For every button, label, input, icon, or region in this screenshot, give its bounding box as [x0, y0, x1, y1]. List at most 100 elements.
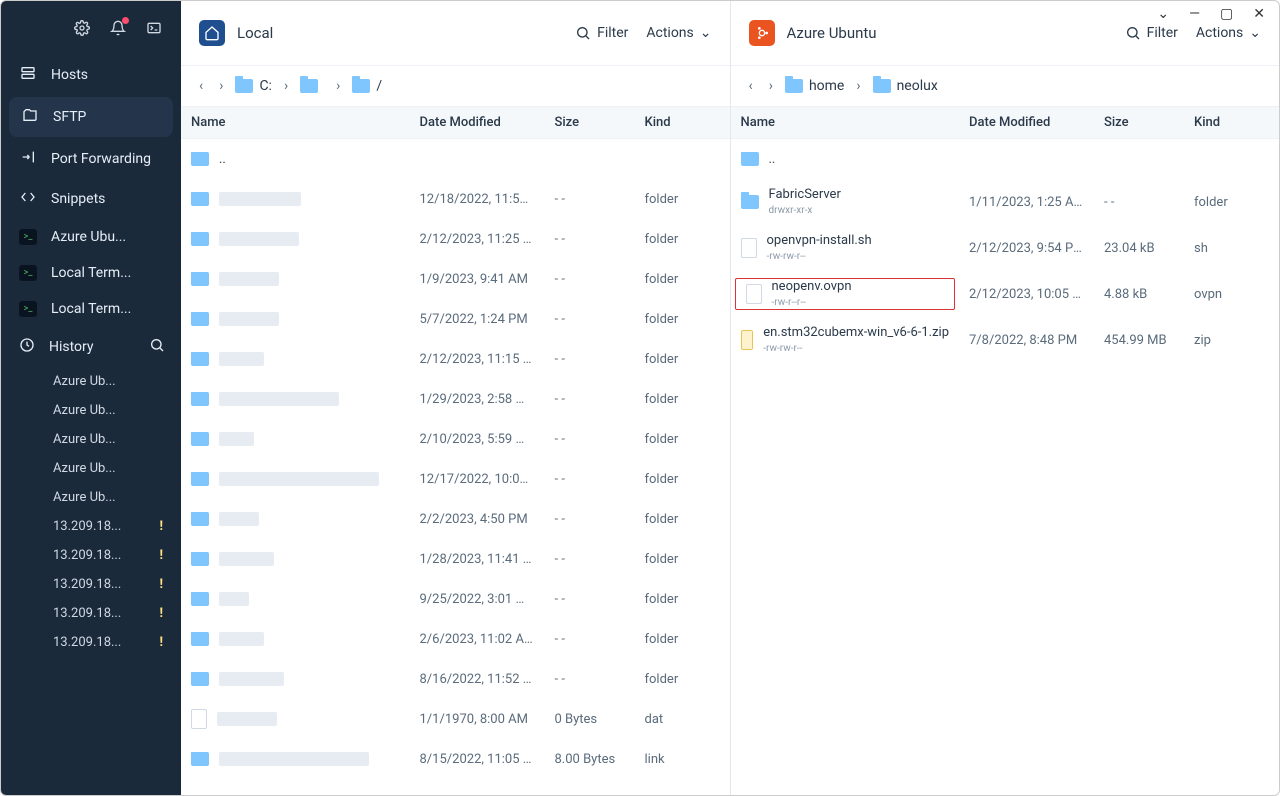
col-kind[interactable]: Kind	[635, 115, 730, 130]
redacted-name	[219, 432, 254, 446]
history-item[interactable]: Azure Ub...	[1, 396, 181, 425]
minimize-icon[interactable]: —	[1189, 6, 1200, 22]
sidebar-item-sftp[interactable]: SFTP	[9, 97, 173, 137]
nav-back-icon[interactable]: ‹	[745, 74, 757, 98]
file-name: en.stm32cubemx-win_v6-6-1.zip	[763, 325, 949, 341]
filter-button[interactable]: Filter	[1125, 25, 1178, 41]
folder-icon	[191, 472, 209, 486]
table-row[interactable]: 8/15/2022, 11:05 …8.00 Byteslink	[181, 739, 730, 779]
folder-icon	[191, 312, 209, 326]
sidebar-item-snippets[interactable]: Snippets	[1, 179, 181, 219]
bell-icon[interactable]	[109, 19, 127, 37]
col-kind[interactable]: Kind	[1184, 115, 1279, 130]
table-row[interactable]: 1/1/1970, 8:00 AM0 Bytesdat	[181, 699, 730, 739]
breadcrumb-item[interactable]: C:	[235, 78, 272, 94]
history-label: 13.209.18...	[53, 548, 121, 563]
sidebar-session[interactable]: >_ Local Term...	[1, 291, 181, 327]
chevron-down-icon: ⌄	[700, 25, 712, 41]
history-item[interactable]: 13.209.18...!	[1, 628, 181, 657]
close-icon[interactable]: ✕	[1253, 6, 1265, 22]
sidebar: HostsSFTPPort ForwardingSnippets >_Azure…	[1, 1, 181, 795]
chevron-down-icon[interactable]: ⌄	[1157, 6, 1169, 22]
col-date[interactable]: Date Modified	[410, 115, 545, 130]
zip-file-icon	[741, 330, 754, 350]
table-row[interactable]: 1/28/2023, 11:41 …- -folder	[181, 539, 730, 579]
table-row[interactable]: en.stm32cubemx-win_v6-6-1.zip-rw-rw-r--7…	[731, 317, 1280, 363]
sidebar-session[interactable]: >_Local Term...	[1, 255, 181, 291]
terminal-popup-icon[interactable]	[145, 19, 163, 37]
col-size[interactable]: Size	[1094, 115, 1184, 130]
sidebar-session[interactable]: >_Azure Ubu...	[1, 219, 181, 255]
panel-local: Local Filter Actions ⌄ ‹ › C:››/	[181, 1, 730, 795]
table-row[interactable]: 5/7/2022, 1:24 PM- -folder	[181, 299, 730, 339]
search-icon[interactable]	[149, 337, 165, 357]
history-item[interactable]: Azure Ub...	[1, 483, 181, 512]
history-item[interactable]: 13.209.18...!	[1, 599, 181, 628]
table-row[interactable]: 1/29/2023, 2:58 …- -folder	[181, 379, 730, 419]
table-row[interactable]: 2/2/2023, 4:50 PM- -folder	[181, 499, 730, 539]
folder-icon	[191, 512, 209, 526]
table-row[interactable]: 2/12/2023, 11:15 …- -folder	[181, 339, 730, 379]
nav-back-icon[interactable]: ‹	[195, 74, 207, 98]
folder-icon	[191, 152, 209, 166]
folder-icon	[741, 195, 759, 209]
redacted-name	[219, 592, 249, 606]
history-item[interactable]: Azure Ub...	[1, 454, 181, 483]
file-permissions: drwxr-xr-x	[769, 205, 841, 217]
file-name: FabricServer	[769, 187, 841, 203]
folder-icon	[300, 79, 318, 93]
col-name[interactable]: Name	[731, 115, 960, 130]
table-row[interactable]: 12/18/2022, 11:53 …- -folder	[181, 179, 730, 219]
breadcrumb-item[interactable]	[300, 79, 324, 93]
table-row[interactable]: ..	[731, 139, 1280, 179]
folder-icon	[191, 352, 209, 366]
maximize-icon[interactable]: ▢	[1220, 6, 1233, 22]
actions-button[interactable]: Actions ⌄	[1196, 25, 1261, 41]
filter-button[interactable]: Filter	[575, 25, 628, 41]
history-item[interactable]: Azure Ub...	[1, 367, 181, 396]
breadcrumb-item[interactable]: home	[785, 78, 844, 94]
table-row[interactable]: 12/17/2022, 10:02…- -folder	[181, 459, 730, 499]
chevron-down-icon: ⌄	[1249, 25, 1261, 41]
terminal-icon: >_	[19, 301, 37, 317]
table-row[interactable]: openvpn-install.sh-rw-rw-r--2/12/2023, 9…	[731, 225, 1280, 271]
folder-icon	[191, 192, 209, 206]
sidebar-item-port-forwarding[interactable]: Port Forwarding	[1, 139, 181, 179]
breadcrumb-item[interactable]: neolux	[873, 78, 938, 94]
actions-button[interactable]: Actions ⌄	[646, 25, 711, 41]
col-name[interactable]: Name	[181, 115, 410, 130]
redacted-name	[219, 472, 379, 486]
sidebar-item-hosts[interactable]: Hosts	[1, 55, 181, 95]
gear-icon[interactable]	[73, 19, 91, 37]
nav-forward-icon[interactable]: ›	[765, 74, 777, 98]
history-item[interactable]: 13.209.18...!	[1, 541, 181, 570]
warning-icon: !	[159, 548, 163, 563]
file-icon	[746, 284, 762, 304]
table-row[interactable]: FabricServerdrwxr-xr-x1/11/2023, 1:25 AM…	[731, 179, 1280, 225]
file-icon	[741, 238, 757, 258]
table-row[interactable]: neopenv.ovpn-rw-r--r--2/12/2023, 10:05 ……	[731, 271, 1280, 317]
table-row[interactable]: 9/25/2022, 3:01 …- -folder	[181, 579, 730, 619]
table-row[interactable]: 2/10/2023, 5:59 …- -folder	[181, 419, 730, 459]
breadcrumb-item[interactable]: /	[352, 78, 382, 94]
history-item[interactable]: 13.209.18...!	[1, 570, 181, 599]
history-item[interactable]: Azure Ub...	[1, 425, 181, 454]
table-row[interactable]: 2/12/2023, 11:25 …- -folder	[181, 219, 730, 259]
col-date[interactable]: Date Modified	[959, 115, 1094, 130]
table-row[interactable]: 2/6/2023, 11:02 AM- -folder	[181, 619, 730, 659]
table-row[interactable]: 8/16/2022, 11:52 …- -folder	[181, 659, 730, 699]
nav-forward-icon[interactable]: ›	[215, 74, 227, 98]
folder-icon	[235, 79, 253, 93]
table-row[interactable]: ..	[181, 139, 730, 179]
folder-icon	[191, 432, 209, 446]
sidebar-item-label: Local Term...	[51, 301, 131, 317]
folder-icon	[785, 79, 803, 93]
window-titlebar: ⌄ — ▢ ✕	[1079, 1, 1279, 27]
col-size[interactable]: Size	[545, 115, 635, 130]
history-item[interactable]: 13.209.18...!	[1, 512, 181, 541]
redacted-name	[219, 352, 264, 366]
table-row[interactable]: 1/9/2023, 9:41 AM- -folder	[181, 259, 730, 299]
file-name: ..	[769, 152, 776, 167]
sidebar-item-label: Local Term...	[51, 265, 131, 281]
sidebar-section-history[interactable]: History	[1, 327, 181, 367]
